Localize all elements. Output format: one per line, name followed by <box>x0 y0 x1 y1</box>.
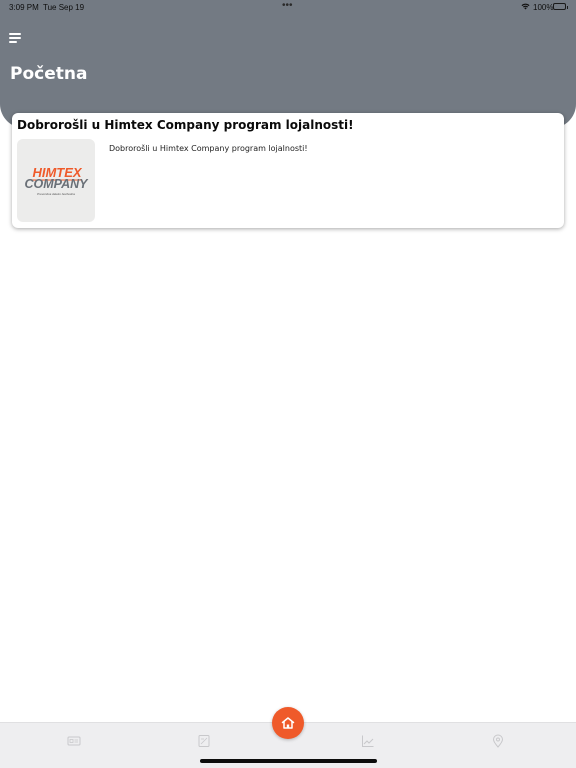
logo-line2: COMPANY <box>25 177 90 191</box>
home-indicator[interactable] <box>200 759 377 763</box>
chart-icon <box>362 735 374 747</box>
home-icon <box>281 717 295 729</box>
tab-document[interactable] <box>197 734 211 748</box>
battery-icon <box>553 3 568 10</box>
menu-icon[interactable] <box>9 32 23 44</box>
status-bar: 3:09 PM Tue Sep 19 ••• 100% <box>0 0 576 14</box>
logo-tagline: Preventiva daleko bezbedna <box>37 192 75 196</box>
page-title: Početna <box>10 64 88 84</box>
card-icon <box>67 736 81 746</box>
wifi-icon <box>521 3 530 10</box>
tab-home[interactable] <box>272 707 304 739</box>
location-pin-icon <box>492 734 504 748</box>
document-icon <box>198 735 210 747</box>
tab-card[interactable] <box>67 734 81 748</box>
battery-percent: 100% <box>533 3 554 12</box>
multitasking-dots-icon[interactable]: ••• <box>282 0 293 11</box>
tab-chart[interactable] <box>361 734 375 748</box>
welcome-card[interactable]: Dobrorošli u Himtex Company program loja… <box>12 113 564 228</box>
status-time: 3:09 PM <box>9 3 39 12</box>
card-text: Dobrorošli u Himtex Company program loja… <box>109 144 308 153</box>
himtex-logo-image: HIMTEX COMPANY Preventiva daleko bezbedn… <box>17 139 95 222</box>
card-title: Dobrorošli u Himtex Company program loja… <box>17 118 354 132</box>
tab-location[interactable] <box>491 734 505 748</box>
status-date: Tue Sep 19 <box>43 3 85 12</box>
header: 3:09 PM Tue Sep 19 ••• 100% Početna <box>0 0 576 128</box>
